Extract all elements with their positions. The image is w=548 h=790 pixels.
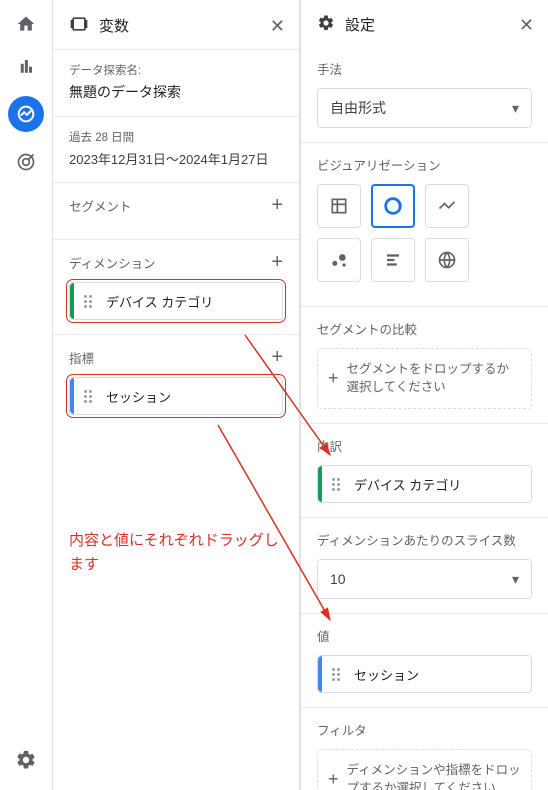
drag-handle-icon xyxy=(84,390,96,403)
date-range-label: 過去 28 日間 xyxy=(69,129,283,145)
exploration-name-label: データ探索名: xyxy=(69,62,283,78)
metric-chip-label: セッション xyxy=(106,387,171,406)
reports-icon[interactable] xyxy=(14,54,38,78)
settings-gear-icon xyxy=(317,14,335,35)
slices-label: ディメンションあたりのスライス数 xyxy=(317,530,516,549)
close-icon[interactable]: ✕ xyxy=(519,16,534,34)
slices-value: 10 xyxy=(330,571,346,587)
date-range-value: 2023年12月31日～2024年1月27日 xyxy=(69,149,283,168)
home-icon[interactable] xyxy=(14,12,38,36)
variables-title: 変数 xyxy=(99,15,260,36)
filter-label: フィルタ xyxy=(317,720,367,739)
viz-scatter-button[interactable] xyxy=(317,238,361,282)
segment-compare-label: セグメントの比較 xyxy=(317,319,417,338)
technique-value: 自由形式 xyxy=(330,98,386,118)
drag-handle-icon xyxy=(84,295,96,308)
viz-table-button[interactable] xyxy=(317,184,361,228)
breakdown-chip-label: デバイス カテゴリ xyxy=(354,475,461,494)
segment-compare-placeholder: セグメントをドロップするか選択してください xyxy=(347,361,521,396)
visualization-label: ビジュアリゼーション xyxy=(317,155,441,174)
close-icon[interactable]: ✕ xyxy=(270,17,285,35)
breakdown-label: 内訳 xyxy=(317,436,342,455)
add-metric-button[interactable]: + xyxy=(271,347,283,367)
plus-icon: + xyxy=(328,366,339,391)
technique-label: 手法 xyxy=(317,59,342,78)
plus-icon: + xyxy=(328,767,339,790)
values-chip-label: セッション xyxy=(354,665,419,684)
settings-title: 設定 xyxy=(345,14,509,35)
technique-select[interactable]: 自由形式 ▾ xyxy=(317,88,532,128)
explore-icon[interactable] xyxy=(8,96,44,132)
date-range-picker[interactable]: 過去 28 日間 2023年12月31日～2024年1月27日 xyxy=(53,116,299,182)
filter-dropzone[interactable]: + ディメンションや指標をドロップするか選択してください xyxy=(317,749,532,790)
dimension-chip-device-category[interactable]: デバイス カテゴリ xyxy=(69,282,283,320)
segments-label: セグメント xyxy=(69,196,132,215)
viz-geo-button[interactable] xyxy=(425,238,469,282)
admin-gear-icon[interactable] xyxy=(14,748,38,772)
metrics-label: 指標 xyxy=(69,348,94,367)
slices-select[interactable]: 10 ▾ xyxy=(317,559,532,599)
chevron-down-icon: ▾ xyxy=(512,571,519,588)
segment-compare-dropzone[interactable]: + セグメントをドロップするか選択してください xyxy=(317,348,532,409)
breakdown-chip-device-category[interactable]: デバイス カテゴリ xyxy=(317,465,532,503)
variables-icon xyxy=(69,14,89,37)
viz-bar-button[interactable] xyxy=(371,238,415,282)
metric-chip-sessions[interactable]: セッション xyxy=(69,377,283,415)
exploration-name[interactable]: 無題のデータ探索 xyxy=(69,82,283,102)
advertising-icon[interactable] xyxy=(14,150,38,174)
filter-placeholder: ディメンションや指標をドロップするか選択してください xyxy=(347,762,521,790)
annotation-text: 内容と値にそれぞれドラッグします xyxy=(53,529,299,577)
viz-donut-button[interactable] xyxy=(371,184,415,228)
add-dimension-button[interactable]: + xyxy=(271,252,283,272)
chevron-down-icon: ▾ xyxy=(512,100,519,117)
values-label: 値 xyxy=(317,626,330,645)
drag-handle-icon xyxy=(332,668,344,681)
viz-line-button[interactable] xyxy=(425,184,469,228)
add-segment-button[interactable]: + xyxy=(271,195,283,215)
values-chip-sessions[interactable]: セッション xyxy=(317,655,532,693)
dimension-chip-label: デバイス カテゴリ xyxy=(106,292,213,311)
dimensions-label: ディメンション xyxy=(69,253,156,272)
drag-handle-icon xyxy=(332,478,344,491)
